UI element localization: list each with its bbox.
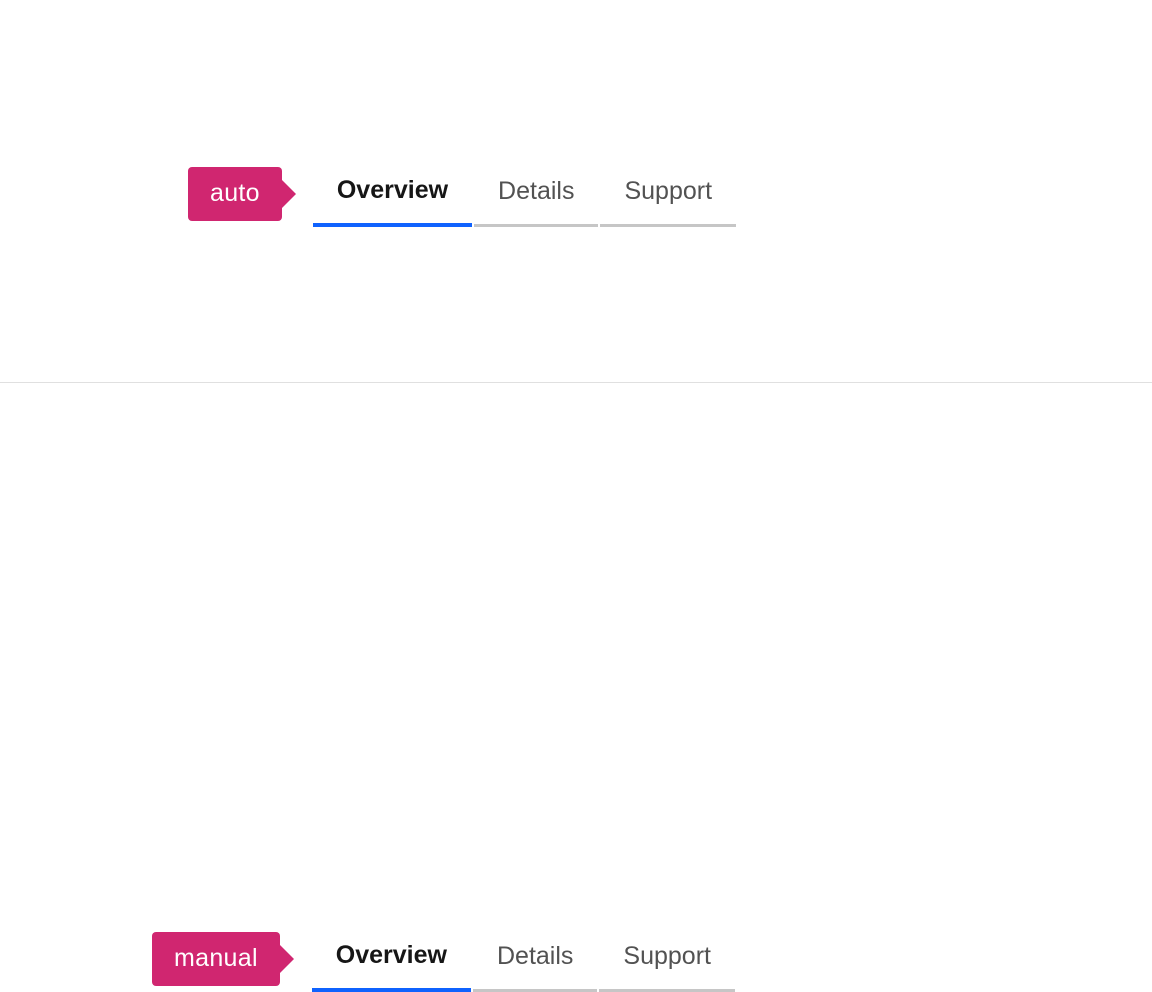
tab-details[interactable]: Details [473, 926, 597, 992]
tabs-auto: Overview Details Support [313, 160, 736, 227]
example-auto-section: auto Overview Details Support [0, 0, 1152, 382]
tab-label: Support [623, 942, 711, 970]
example-manual-row: manual Overview Details Support [152, 925, 735, 992]
tab-overview[interactable]: Overview [313, 160, 472, 227]
mode-tag-label: manual [174, 946, 258, 971]
mode-tag-manual: manual [152, 932, 280, 986]
mode-tag-auto: auto [188, 167, 282, 221]
tab-label: Support [624, 177, 712, 205]
tab-label: Overview [336, 941, 447, 969]
example-manual-section: manual Overview Details Support [0, 382, 1152, 771]
example-auto-row: auto Overview Details Support [188, 160, 736, 227]
tab-overview[interactable]: Overview [312, 925, 471, 992]
tab-label: Details [497, 942, 573, 970]
mode-tag-label: auto [210, 181, 260, 206]
tab-support[interactable]: Support [599, 926, 735, 992]
tab-support[interactable]: Support [600, 161, 736, 227]
tab-details[interactable]: Details [474, 161, 598, 227]
tab-label: Overview [337, 176, 448, 204]
tabs-manual: Overview Details Support [312, 925, 735, 992]
tab-label: Details [498, 177, 574, 205]
